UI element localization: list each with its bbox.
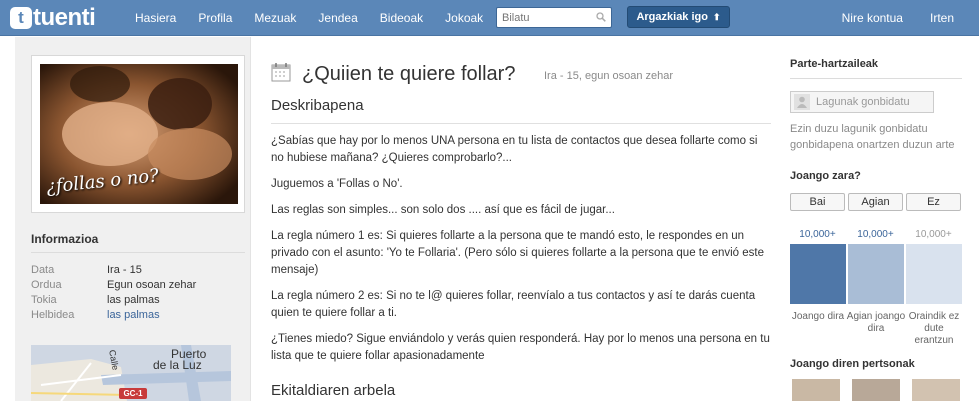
user-icon [794, 94, 810, 110]
divider [790, 78, 962, 79]
attendance-bar-no-reply[interactable] [906, 244, 962, 304]
description-paragraph: Juguemos a 'Follas o No'. [271, 178, 403, 190]
info-value: Egun osoan zehar [107, 279, 197, 291]
info-key: Data [31, 264, 55, 276]
info-heading: Informazioa [31, 232, 99, 246]
invite-friends-button[interactable]: Lagunak gonbidatu [790, 91, 934, 113]
event-photo[interactable]: ¿follas o no? [40, 64, 238, 204]
event-date: Ira - 15, egun osoan zehar [544, 70, 674, 82]
main-nav: Hasiera Profila Mezuak Jendea Bideoak Jo… [135, 0, 505, 36]
description-heading: Deskribapena [271, 97, 364, 114]
road-sign: GC-1 [119, 388, 147, 399]
upload-photos-label: Argazkiak igo [636, 11, 708, 23]
info-row-place: Tokia las palmas [31, 294, 196, 309]
nav-item-bideoak[interactable]: Bideoak [380, 11, 423, 25]
participants-heading: Parte-hartzaileak [790, 58, 879, 70]
top-navigation-bar: t tuenti Hasiera Profila Mezuak Jendea B… [0, 0, 979, 36]
attendees-heading: Joango diren pertsonak [790, 358, 915, 370]
attendance-count: 10,000+ [857, 229, 894, 240]
wall-heading: Ekitaldiaren arbela [271, 382, 396, 399]
rsvp-no-button[interactable]: Ez [906, 193, 961, 211]
account-nav: Nire kontua Irten [842, 0, 979, 36]
attendance-count: 10,000+ [799, 229, 836, 240]
attendance-count: 10,000+ [915, 229, 952, 240]
calendar-icon [271, 63, 291, 82]
my-account-link[interactable]: Nire kontua [842, 11, 903, 25]
info-row-date: Data Ira - 15 [31, 264, 196, 279]
address-link[interactable]: las palmas [107, 309, 160, 324]
info-key: Helbidea [31, 309, 75, 321]
logo-mark: t [10, 7, 32, 29]
logo-text: tuenti [33, 4, 96, 31]
attendee-avatar[interactable] [912, 379, 960, 401]
search-box [496, 7, 612, 28]
invite-friends-label: Lagunak gonbidatu [816, 96, 910, 108]
info-row-time: Ordua Egun osoan zehar [31, 279, 196, 294]
attendance-label: Oraindik ez dute erantzun [908, 311, 960, 346]
rsvp-maybe-button[interactable]: Agian [848, 193, 903, 211]
logout-link[interactable]: Irten [930, 11, 954, 25]
nav-item-mezuak[interactable]: Mezuak [254, 11, 296, 25]
attendee-avatar[interactable] [852, 379, 900, 401]
info-table: Data Ira - 15 Ordua Egun osoan zehar Tok… [31, 264, 196, 324]
invite-note: Ezin duzu lagunik gonbidatu gonbidapena … [790, 123, 955, 151]
upload-photos-button[interactable]: Argazkiak igo ⬆ [627, 6, 730, 28]
attendance-bar-going[interactable] [790, 244, 846, 304]
rsvp-yes-button[interactable]: Bai [790, 193, 845, 211]
attendance-label: Joango dira [791, 311, 845, 322]
location-map[interactable]: Puerto de la Luz Calle GC-1 [31, 345, 231, 401]
event-title: ¿Quiien te quiere follar? [302, 63, 516, 85]
attendance-bar-maybe[interactable] [848, 244, 904, 304]
divider [271, 123, 771, 124]
rsvp-heading: Joango zara? [790, 170, 861, 182]
attendance-label: Agian joango dira [846, 311, 906, 334]
info-value: Ira - 15 [107, 264, 142, 276]
info-key: Tokia [31, 294, 57, 306]
attendee-avatar[interactable] [792, 379, 840, 401]
map-label: de la Luz [153, 358, 202, 372]
event-photo-frame: ¿follas o no? [31, 55, 245, 213]
description-paragraph: ¿Sabías que hay por lo menos UNA persona… [271, 135, 758, 164]
info-key: Ordua [31, 279, 62, 291]
info-row-address: Helbidea las palmas [31, 309, 196, 324]
nav-item-jokoak[interactable]: Jokoak [445, 11, 483, 25]
search-icon[interactable] [596, 12, 606, 22]
nav-item-hasiera[interactable]: Hasiera [135, 11, 176, 25]
upload-arrow-icon: ⬆ [712, 11, 721, 22]
description-paragraph: ¿Tienes miedo? Sigue enviándolo y verás … [271, 333, 770, 362]
nav-item-jendea[interactable]: Jendea [318, 11, 357, 25]
info-value: las palmas [107, 294, 160, 306]
search-input[interactable] [497, 8, 589, 28]
description-paragraph: La regla número 2 es: Si no te l@ quiere… [271, 290, 756, 319]
description-paragraph: La regla número 1 es: Si quieres follart… [271, 230, 765, 276]
event-sidebar-left: ¿follas o no? Informazioa Data Ira - 15 … [15, 37, 251, 401]
tuenti-logo[interactable]: t tuenti [10, 4, 96, 31]
description-paragraph: Las reglas son simples... son solo dos .… [271, 204, 615, 216]
divider [31, 252, 245, 253]
nav-item-profila[interactable]: Profila [198, 11, 232, 25]
